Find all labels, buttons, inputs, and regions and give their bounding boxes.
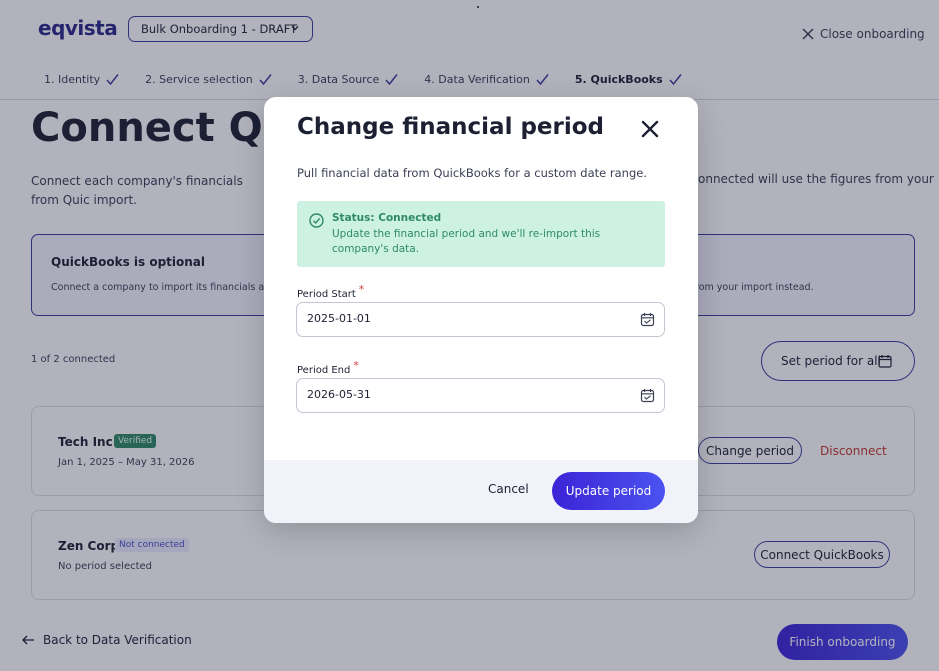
period-end-field[interactable] [296, 378, 665, 413]
required-indicator: * [353, 359, 359, 372]
period-end-label: Period End * [297, 359, 359, 376]
connection-status-alert: Status: Connected Update the financial p… [297, 201, 665, 267]
status-message: Update the financial period and we'll re… [332, 228, 601, 255]
period-end-label-text: Period End [297, 365, 351, 376]
period-start-label: Period Start * [297, 283, 364, 300]
calendar-icon[interactable] [640, 312, 655, 327]
change-financial-period-modal: Change financial period Pull financial d… [264, 97, 698, 523]
status-title: Status: Connected [332, 212, 442, 224]
period-start-field[interactable] [296, 302, 665, 337]
cancel-button[interactable]: Cancel [488, 482, 529, 496]
period-start-label-text: Period Start [297, 289, 356, 300]
modal-footer: Cancel Update period [264, 460, 698, 523]
period-end-input[interactable] [307, 388, 607, 401]
update-period-button[interactable]: Update period [552, 472, 665, 510]
period-start-input[interactable] [307, 312, 607, 325]
check-circle-icon [309, 213, 324, 228]
modal-subtitle: Pull financial data from QuickBooks for … [297, 166, 647, 180]
modal-title: Change financial period [297, 114, 605, 140]
required-indicator: * [358, 283, 365, 296]
close-icon[interactable] [640, 119, 660, 139]
calendar-icon[interactable] [640, 388, 655, 403]
